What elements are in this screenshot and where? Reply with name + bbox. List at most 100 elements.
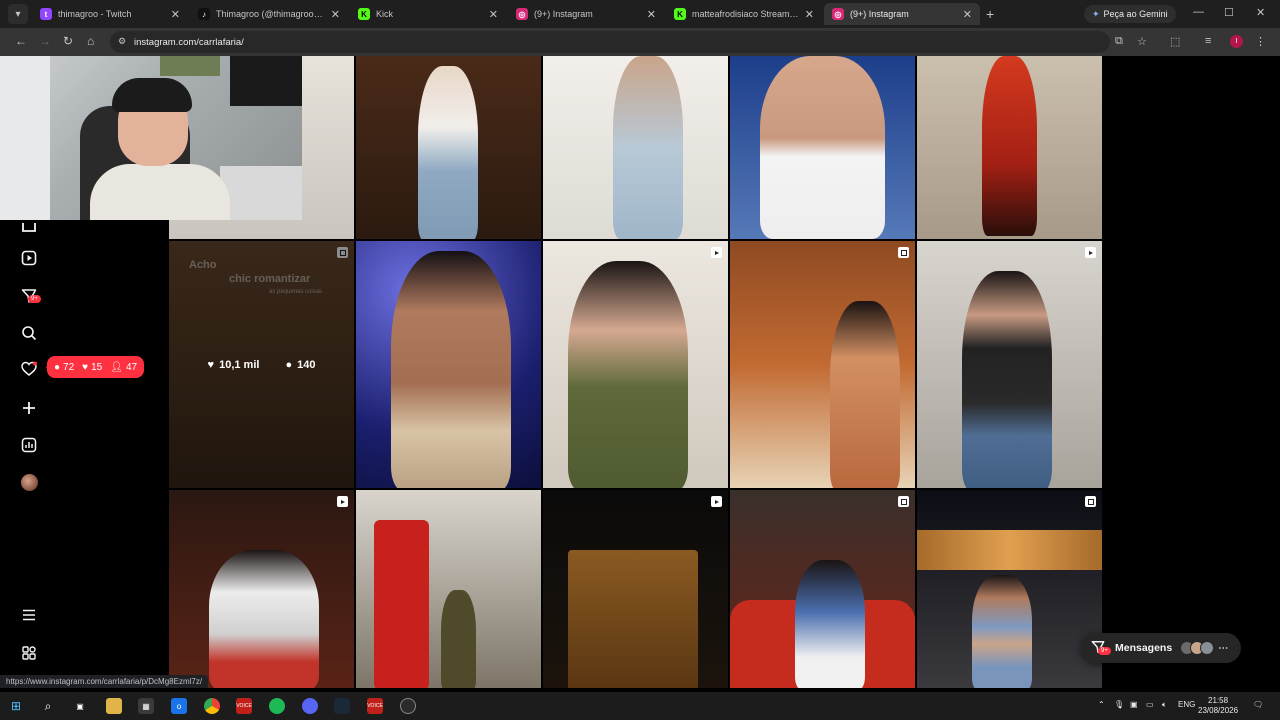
site-info-icon[interactable]: ⚙ — [118, 36, 126, 47]
dashboard-nav[interactable] — [18, 434, 40, 456]
voicemeeter-icon[interactable]: VOICE — [367, 698, 383, 714]
tab-kick-stream[interactable]: K matteafrodisiaco Stream - Watch ✕ — [666, 3, 822, 25]
notifications-summary-pill[interactable]: ● 72 ♥ 15 👤︎ 47 — [45, 356, 145, 378]
like-notification: ♥ 15 — [82, 362, 102, 373]
avatar — [1200, 641, 1215, 655]
maximize-button[interactable]: ☐ — [1224, 6, 1234, 19]
plus-icon — [23, 402, 35, 414]
windows-start-icon[interactable]: ⊞ — [8, 698, 24, 714]
post-tile[interactable] — [356, 241, 541, 488]
post-tile-hovered[interactable]: Acho chic romantizar as pequenas coisas … — [169, 241, 354, 488]
reload-icon[interactable]: ↻ — [63, 34, 73, 48]
create-nav[interactable] — [18, 397, 40, 419]
carousel-icon — [1085, 496, 1096, 507]
post-tile[interactable] — [730, 56, 915, 239]
home-icon[interactable]: ⌂ — [87, 34, 94, 48]
post-tile[interactable] — [917, 490, 1102, 688]
tab-title: Thimagroo (@thimagroo) | TikTok — [216, 9, 325, 19]
search-icon[interactable]: ⌕ — [40, 698, 56, 714]
tab-title: Kick — [376, 9, 394, 19]
notifications-nav[interactable] — [18, 358, 40, 380]
reel-icon — [711, 247, 722, 258]
close-icon[interactable]: ✕ — [647, 8, 656, 21]
close-icon[interactable]: ✕ — [963, 8, 972, 21]
media-controls-icon[interactable]: ≡ — [1205, 35, 1211, 47]
post-tile[interactable] — [730, 490, 915, 688]
notification-center-icon[interactable]: 🗨︎ — [1253, 700, 1263, 709]
tab-instagram[interactable]: ◎ (9+) Instagram ✕ — [508, 3, 664, 25]
close-icon[interactable]: ✕ — [171, 8, 180, 21]
messages-badge: 9+ — [28, 295, 41, 303]
heart-icon — [21, 361, 37, 376]
close-icon[interactable]: ✕ — [805, 8, 814, 21]
carousel-icon — [898, 496, 909, 507]
minimize-button[interactable]: — — [1193, 6, 1204, 18]
reels-nav[interactable] — [18, 247, 40, 269]
apps-icon — [22, 646, 36, 660]
post-tile[interactable] — [917, 241, 1102, 488]
more-nav[interactable] — [18, 604, 40, 626]
webcam-overlay — [0, 56, 302, 220]
reel-icon — [1085, 247, 1096, 258]
profile-avatar[interactable]: I — [1230, 35, 1243, 48]
spotify-icon[interactable] — [269, 698, 285, 714]
post-tile[interactable] — [356, 56, 541, 239]
gemini-button[interactable]: ✦ Peça ao Gemini — [1084, 5, 1176, 23]
close-icon[interactable]: ✕ — [489, 8, 498, 21]
extensions-icon[interactable]: ⬚ — [1170, 35, 1180, 48]
discord-icon[interactable] — [302, 698, 318, 714]
tab-tiktok[interactable]: ♪ Thimagroo (@thimagroo) | TikTok ✕ — [190, 3, 348, 25]
post-tile[interactable] — [730, 241, 915, 488]
instagram-icon: ◎ — [832, 8, 844, 20]
tab-instagram-active[interactable]: ◎ (9+) Instagram ✕ — [824, 3, 980, 25]
post-tile[interactable] — [169, 490, 354, 688]
file-explorer-icon[interactable] — [106, 698, 122, 714]
post-tile[interactable] — [543, 56, 728, 239]
messages-pill[interactable]: 9+ Mensagens ⋯ — [1081, 633, 1241, 663]
system-clock[interactable]: 21:58 23/08/2026 — [1198, 696, 1238, 716]
reels-icon — [21, 250, 37, 266]
menu-kebab-icon[interactable]: ⋮ — [1255, 35, 1266, 48]
chrome-icon[interactable] — [204, 698, 220, 714]
new-tab-button[interactable]: + — [986, 6, 994, 22]
install-app-icon[interactable]: ⧉ — [1115, 35, 1123, 48]
link-status-bubble: https://www.instagram.com/carrlafaria/p/… — [0, 675, 209, 688]
language-indicator[interactable]: ENG — [1178, 700, 1195, 709]
close-icon[interactable]: ✕ — [331, 8, 340, 21]
tab-title: (9+) Instagram — [534, 9, 593, 19]
window-close-button[interactable]: ✕ — [1256, 6, 1265, 19]
store-icon[interactable]: ▦ — [138, 698, 154, 714]
search-nav[interactable] — [18, 322, 40, 344]
tab-search-button[interactable]: ▾ — [8, 4, 28, 24]
tab-title: matteafrodisiaco Stream - Watch — [692, 9, 799, 19]
back-icon[interactable]: ← — [15, 34, 27, 48]
reel-icon — [711, 496, 722, 507]
messages-label: Mensagens — [1115, 642, 1173, 654]
post-hover-overlay: ♥ 10,1 mil ● 140 — [169, 241, 354, 488]
post-tile[interactable] — [356, 490, 541, 688]
steam-icon[interactable] — [334, 698, 350, 714]
post-tile[interactable] — [917, 56, 1102, 239]
outlook-icon[interactable]: o — [171, 698, 187, 714]
follow-notification: 👤︎ 47 — [110, 362, 137, 373]
likes-stat: ♥ 10,1 mil — [208, 359, 260, 371]
address-url: instagram.com/carrlafaria/ — [134, 36, 244, 48]
microphone-icon[interactable]: 🎙︎ — [1114, 700, 1124, 709]
tab-twitch[interactable]: t thimagroo - Twitch ✕ — [32, 3, 188, 25]
address-bar[interactable]: ⚙ instagram.com/carrlafaria/ — [110, 31, 1110, 53]
comment-icon: ● — [54, 361, 61, 373]
task-view-icon[interactable]: ▣ — [72, 698, 88, 714]
tray-app-icon[interactable]: ▣ — [1130, 700, 1138, 709]
network-icon[interactable]: ▭ — [1146, 700, 1154, 709]
post-tile[interactable] — [543, 490, 728, 688]
bookmark-star-icon[interactable]: ☆ — [1137, 35, 1147, 48]
also-from-meta-nav[interactable] — [18, 642, 40, 664]
volume-icon[interactable]: 🔈︎ — [1162, 700, 1167, 710]
profile-nav[interactable] — [18, 471, 40, 493]
tray-overflow-icon[interactable]: ⌃ — [1098, 700, 1105, 709]
tab-kick[interactable]: K Kick ✕ — [350, 3, 506, 25]
voicemeeter-icon[interactable]: VOICE — [236, 698, 252, 714]
forward-icon[interactable]: → — [39, 34, 51, 48]
post-tile[interactable] — [543, 241, 728, 488]
obs-icon[interactable] — [400, 698, 416, 714]
